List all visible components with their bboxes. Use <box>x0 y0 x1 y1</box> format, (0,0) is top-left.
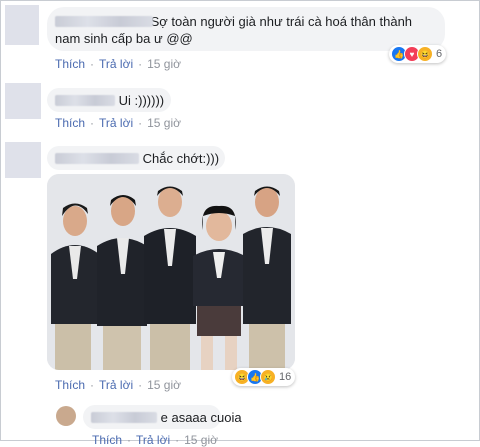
like-link[interactable]: Thích <box>55 378 85 392</box>
timestamp[interactable]: 15 giờ <box>147 378 181 392</box>
avatar[interactable] <box>5 5 39 45</box>
comment-text: e asaaa cuoia <box>160 410 242 425</box>
redacted-name[interactable] <box>55 153 139 164</box>
group-photo-image <box>47 174 295 370</box>
like-link[interactable]: Thích <box>55 57 85 71</box>
comment-actions: Thích · Trả lời · 15 giờ <box>92 433 218 447</box>
reaction-count: 16 <box>279 371 292 383</box>
reaction-count: 6 <box>436 48 443 60</box>
redacted-name[interactable] <box>55 95 115 106</box>
avatar[interactable] <box>5 142 41 178</box>
reply-link[interactable]: Trả lời <box>99 116 133 130</box>
comment-bubble: Sợ toàn người già như trái cà hoá thân t… <box>47 7 445 51</box>
timestamp[interactable]: 15 giờ <box>184 433 218 447</box>
redacted-name[interactable] <box>91 412 157 423</box>
avatar[interactable] <box>5 83 41 119</box>
reply-link[interactable]: Trả lời <box>99 378 133 392</box>
like-link[interactable]: Thích <box>92 433 122 447</box>
reply-link[interactable]: Trả lời <box>136 433 170 447</box>
timestamp[interactable]: 15 giờ <box>147 57 181 71</box>
avatar[interactable] <box>56 406 76 426</box>
like-link[interactable]: Thích <box>55 116 85 130</box>
comment-text: Ui :)))))) <box>118 93 165 108</box>
haha-icon: 😆 <box>417 46 433 62</box>
comment-bubble: e asaaa cuoia <box>83 405 242 429</box>
reply-link[interactable]: Trả lời <box>99 57 133 71</box>
sad-icon: 😢 <box>260 369 276 385</box>
comment-text-line1: Sợ toàn người già như trái cà hoá thân t… <box>150 14 413 29</box>
attached-photo[interactable] <box>47 174 295 370</box>
comment-actions: Thích · Trả lời · 15 giờ <box>55 378 181 392</box>
comment-bubble: Ui :)))))) <box>47 88 171 112</box>
timestamp[interactable]: 15 giờ <box>147 116 181 130</box>
comment-text: Chắc chớt:))) <box>142 151 220 166</box>
comment-actions: Thích · Trả lời · 15 giờ <box>55 116 181 130</box>
reaction-summary[interactable]: 😆 👍 😢 16 <box>232 368 296 386</box>
comment-text-line2: nam sinh cấp ba ư @@ <box>55 31 193 46</box>
redacted-name[interactable] <box>55 16 153 27</box>
comment-actions: Thích · Trả lời · 15 giờ <box>55 57 181 71</box>
reaction-summary[interactable]: 👍 ♥ 😆 6 <box>389 45 447 63</box>
comment-bubble: Chắc chớt:))) <box>47 146 225 170</box>
